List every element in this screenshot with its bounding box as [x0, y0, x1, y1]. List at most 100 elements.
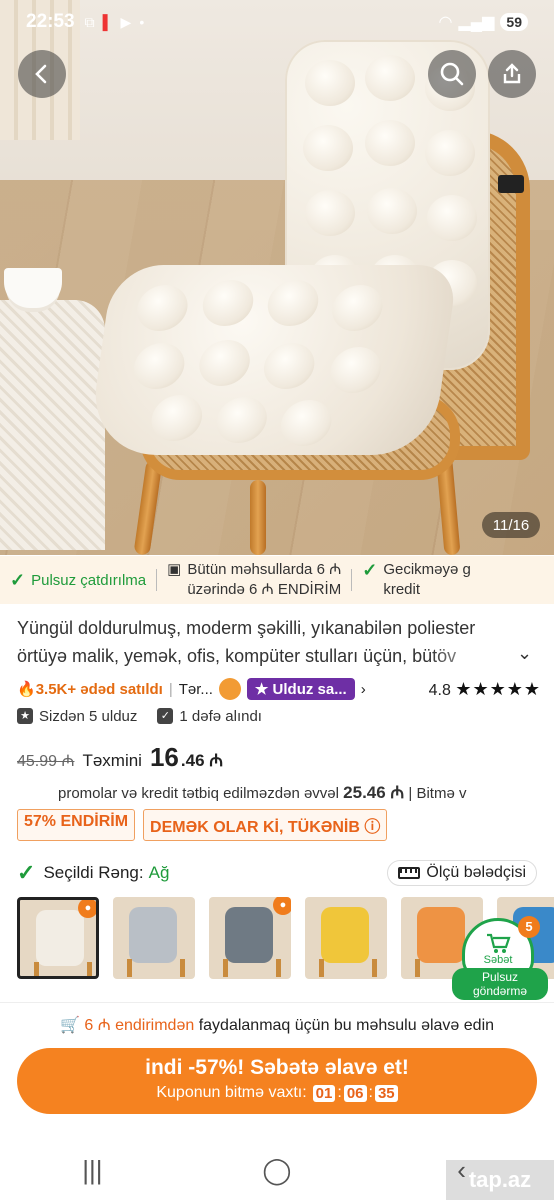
stars-badge[interactable]: ★ Ulduz sa...: [246, 678, 355, 700]
check-icon: ✓: [10, 569, 26, 590]
floating-cart-button[interactable]: Səbət 5 Pulsuz göndərmə: [452, 916, 548, 1000]
search-button[interactable]: [428, 50, 476, 98]
discount-badge: 57% ENDİRİM: [17, 809, 136, 841]
rating[interactable]: 4.8 ★★★★★: [429, 679, 541, 700]
title-fade: [430, 642, 520, 670]
benefit-discount[interactable]: ▣ Bütün məhsullarda 6 ₼ üzərində 6 ₼ END…: [157, 560, 351, 600]
thumb-cushion: [321, 907, 369, 963]
add-to-cart-label: indi -57%! Səbətə əlavə et!: [145, 1056, 409, 1079]
star-icon: ★: [254, 681, 273, 698]
benefit-free-shipping[interactable]: ✓ Pulsuz çatdırılma: [0, 570, 156, 591]
status-bar: 22:53 ⧉ ▌ ▶ • ◠ ▂▄▆ 59: [0, 0, 554, 44]
promo-price: 25.46 ₼: [343, 783, 405, 802]
benefit-late-credit[interactable]: ✓ Gecikməyə g kredit: [352, 560, 481, 600]
variant-value: Ağ: [148, 863, 170, 882]
product-tags-row: 🔥 3.5K+ ədəd satıldı | Tər... ★ Ulduz sa…: [17, 677, 541, 701]
thumb-cushion: [129, 907, 177, 963]
price-row: 45.99 ₼ Təxmini 16 .46 ₼: [17, 742, 223, 776]
stars-badge-label: Ulduz sa...: [272, 681, 347, 698]
timer-label: Kuponun bitmə vaxtı:: [156, 1084, 307, 1101]
benefit-discount-line1: Bütün məhsullarda 6 ₼: [187, 561, 342, 578]
price-dec: .46 ₼: [180, 751, 224, 770]
battery-indicator: 59: [500, 13, 528, 31]
from-you-stars: Sizdən 5 ulduz: [39, 707, 138, 725]
divider: [0, 1002, 554, 1003]
fire-icon: ●: [78, 900, 96, 918]
benefit-free-shipping-label: Pulsuz çatdırılma: [31, 571, 147, 589]
thumb-cushion: [36, 910, 84, 966]
chevron-left-icon: [35, 64, 47, 84]
bought-count: 1 dəfə alındı: [179, 707, 262, 725]
chevron-right-icon[interactable]: ›: [361, 681, 366, 698]
cart-label: Səbət: [483, 954, 513, 966]
benefit-discount-line2: üzərində 6 ₼ ENDİRİM: [187, 581, 342, 598]
coupon-timer: Kuponun bitmə vaxtı: 01: 06: 35: [17, 1084, 537, 1102]
search-icon: [440, 62, 464, 86]
product-image[interactable]: 11/16: [0, 0, 554, 555]
cart-count-badge: 5: [518, 916, 540, 938]
size-guide-label: Ölçü bələdçisi: [426, 864, 526, 881]
estimate-label: Təxmini: [82, 751, 142, 770]
badge-row: 57% ENDİRİM DEMƏK OLAR Kİ, TÜKƏNİB ⓘ: [17, 809, 388, 841]
almost-gone-label: DEMƏK OLAR Kİ, TÜKƏNİB: [150, 819, 360, 836]
check-icon: ✓: [362, 560, 378, 580]
add-to-cart-button[interactable]: indi -57%! Səbətə əlavə et! Kuponun bitm…: [17, 1048, 537, 1114]
ruler-icon: [398, 867, 421, 879]
free-shipping-line2: göndərmə: [472, 984, 528, 998]
promo-text: promolar və kredit tətbiq edilməzdən əvv…: [58, 785, 339, 802]
promo-tail: | Bitmə v: [408, 785, 467, 802]
youtube-icon: ▶: [120, 13, 132, 30]
timer-hours: 01: [312, 1084, 336, 1102]
clock: 22:53: [26, 11, 75, 32]
fire-icon: ●: [273, 897, 291, 915]
signal-icon: ▂▄▆: [458, 14, 495, 31]
dot-icon: •: [139, 14, 145, 30]
thumb-cushion: [417, 907, 465, 963]
thumb-color-3[interactable]: [305, 897, 387, 979]
share-icon: [503, 63, 521, 84]
size-guide-button[interactable]: Ölçü bələdçisi: [387, 860, 537, 886]
addon-amount: 6 ₼ endirimdən: [84, 1017, 195, 1034]
cart-icon: [487, 933, 511, 953]
free-shipping-line1: Pulsuz: [481, 970, 519, 984]
rating-value: 4.8: [428, 681, 451, 699]
chevron-down-icon[interactable]: ⌄: [517, 643, 532, 664]
almost-gone-badge[interactable]: DEMƏK OLAR Kİ, TÜKƏNİB ⓘ: [143, 809, 388, 841]
check-icon: ✓: [17, 860, 36, 885]
fire-icon: 🔥: [17, 681, 36, 698]
variant-row: ✓ Seçildi Rəng: Ağ Ölçü bələdçisi: [17, 860, 537, 886]
chair-illustration: [86, 40, 530, 555]
thumb-color-1[interactable]: [113, 897, 195, 979]
back-button[interactable]: [18, 50, 66, 98]
sold-count: 3.5K+ ədəd satıldı: [35, 680, 163, 698]
addon-hint: 🛒 6 ₼ endirimdən faydalanmaq üçün bu məh…: [0, 1013, 554, 1037]
thumb-legs: [34, 962, 92, 976]
thumb-legs: [127, 959, 185, 977]
thumb-legs: [319, 959, 377, 977]
store-name[interactable]: Tər...: [179, 681, 213, 698]
home-icon[interactable]: ◯: [247, 1155, 307, 1186]
watermark: tap.az: [446, 1160, 554, 1200]
recent-apps-icon[interactable]: |||: [62, 1155, 122, 1186]
store-logo[interactable]: [218, 678, 241, 700]
thumb-legs: [223, 959, 281, 977]
share-button[interactable]: [488, 50, 536, 98]
thumb-cushion: [225, 907, 273, 963]
benefits-strip[interactable]: ✓ Pulsuz çatdırılma ▣ Bütün məhsullarda …: [0, 556, 554, 604]
wifi-icon: ◠: [438, 14, 453, 31]
thumb-color-0[interactable]: ●: [17, 897, 99, 979]
free-shipping-tag: Pulsuz göndərmə: [452, 968, 548, 1000]
timer-seconds: 35: [374, 1084, 398, 1102]
screenshot-icon: ⧉: [84, 13, 95, 30]
promo-line[interactable]: promolar və kredit tətbiq edilməzdən əvv…: [58, 780, 548, 802]
benefit-late-line2: kredit: [383, 581, 421, 598]
thumb-color-2[interactable]: ●: [209, 897, 291, 979]
side-table: [0, 300, 105, 550]
price-int: 16: [149, 742, 179, 772]
star-box-icon: ★: [17, 708, 33, 724]
variant-label: Seçildi Rəng:: [43, 863, 144, 882]
image-counter: 11/16: [482, 512, 540, 538]
coupon-icon: ▣: [167, 561, 182, 578]
rating-stars: ★★★★★: [455, 678, 541, 699]
old-price: 45.99 ₼: [17, 753, 75, 770]
